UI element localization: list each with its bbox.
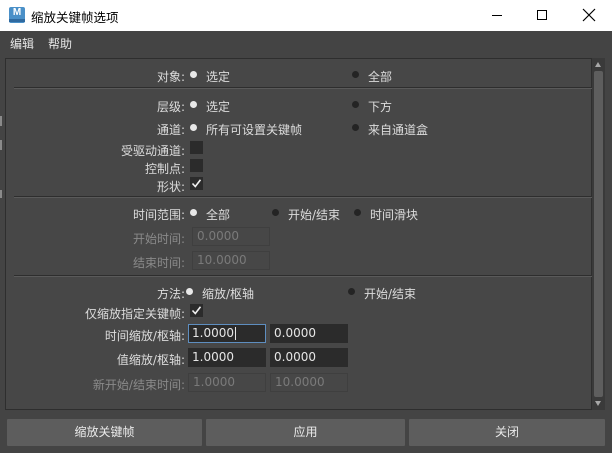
channels-keyable-option[interactable]: 所有可设置关键帧 [206,121,302,138]
channels-label: 通道: [156,123,185,137]
end-time-label: 结束时间: [132,256,185,270]
method-start-end-option[interactable]: 开始/结束 [364,285,416,302]
object-all-radio[interactable] [352,71,359,78]
arrow-up-icon [595,62,601,67]
method-start-end-radio[interactable] [348,288,355,295]
text-caret [235,327,236,340]
apply-button[interactable]: 应用 [206,419,405,446]
channels-keyable-radio[interactable] [190,124,197,131]
time-range-slider-option[interactable]: 时间滑块 [370,206,418,223]
channels-from-box-radio[interactable] [352,124,359,131]
checkmark-icon [191,306,202,315]
hierarchy-label: 层级: [156,100,185,114]
time-range-start-end-option[interactable]: 开始/结束 [288,206,340,223]
time-scale-value: 1.0000 [192,326,234,340]
value-scale-input[interactable]: 1.0000 [188,348,266,367]
section-divider [14,87,592,89]
time-scale-input[interactable]: 1.0000 [188,324,266,343]
maximize-button[interactable] [519,0,565,31]
end-time-field[interactable]: 10.0000 [192,251,270,270]
time-range-start-end-radio[interactable] [272,209,279,216]
value-scale-pivot-label: 值缩放/枢轴: [116,353,185,367]
menu-bar: 编辑 帮助 [0,31,612,54]
maya-app-icon: M [9,7,25,23]
minimize-icon [492,15,502,16]
value-pivot-input[interactable]: 0.0000 [270,348,348,367]
time-scale-pivot-label: 时间缩放/枢轴: [104,329,185,343]
control-points-checkbox[interactable] [190,159,203,172]
hierarchy-selected-option[interactable]: 选定 [206,98,230,115]
scale-specified-keys-label: 仅缩放指定关键帧: [84,307,185,321]
scroll-up-button[interactable] [592,58,605,70]
vertical-scrollbar[interactable] [592,58,605,410]
control-points-label: 控制点: [144,162,185,176]
window-title: 缩放关键帧选项 [31,10,119,25]
edge-mark [0,140,2,150]
method-scale-pivot-option[interactable]: 缩放/枢轴 [202,285,254,302]
edge-mark [0,116,2,126]
section-divider [14,196,592,198]
scale-specified-keys-checkbox[interactable] [190,304,203,317]
section-divider [14,275,592,277]
new-end-field[interactable]: 10.0000 [270,373,348,392]
time-range-slider-radio[interactable] [354,209,361,216]
driven-channels-label: 受驱动通道: [120,144,185,158]
new-start-end-label: 新开始/结束时间: [92,378,185,392]
object-all-option[interactable]: 全部 [368,68,392,85]
object-label: 对象: [156,70,185,84]
shapes-checkbox[interactable] [190,177,203,190]
channels-from-box-option[interactable]: 来自通道盒 [368,121,428,138]
edge-mark [0,190,2,198]
object-selected-radio[interactable] [190,71,197,78]
time-pivot-input[interactable]: 0.0000 [270,324,348,343]
menu-edit[interactable]: 编辑 [10,35,34,52]
title-bar: M 缩放关键帧选项 [0,0,612,31]
arrow-down-icon [595,401,601,406]
object-selected-option[interactable]: 选定 [206,68,230,85]
start-time-field[interactable]: 0.0000 [192,227,270,246]
method-label: 方法: [156,287,185,301]
options-panel: 对象: 选定 全部 层级: 选定 下方 通道: 所有可设置关键帧 来自通道盒 受… [5,58,592,410]
method-scale-pivot-radio[interactable] [186,288,193,295]
new-start-field[interactable]: 1.0000 [188,373,266,392]
start-time-label: 开始时间: [132,232,185,246]
close-window-button[interactable] [566,0,612,31]
scale-keys-button[interactable]: 缩放关键帧 [7,419,202,446]
maximize-icon [537,10,547,20]
hierarchy-selected-radio[interactable] [190,101,197,108]
hierarchy-below-option[interactable]: 下方 [368,98,392,115]
hierarchy-below-radio[interactable] [352,101,359,108]
close-button[interactable]: 关闭 [409,419,605,446]
scrollbar-thumb[interactable] [594,71,603,397]
checkmark-icon [191,179,202,188]
time-range-all-radio[interactable] [190,209,197,216]
menu-help[interactable]: 帮助 [48,35,72,52]
shapes-label: 形状: [156,180,185,194]
driven-channels-checkbox[interactable] [190,141,203,154]
time-range-all-option[interactable]: 全部 [206,206,230,223]
close-icon [582,8,596,22]
time-range-label: 时间范围: [132,208,185,222]
scroll-down-button[interactable] [592,398,605,410]
minimize-button[interactable] [474,0,520,31]
